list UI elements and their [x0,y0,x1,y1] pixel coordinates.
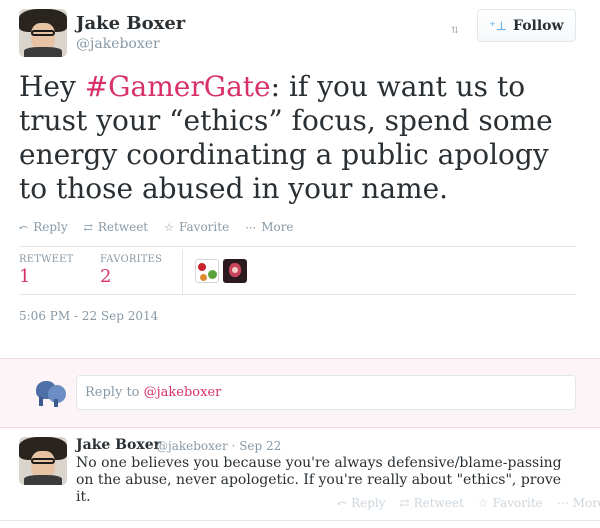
current-user-avatar [34,375,66,407]
favorite-action[interactable]: ☆ Favorite [478,496,543,510]
reply-icon: ⤺ [19,220,29,234]
favoriter-avatar[interactable] [195,259,219,283]
avatar[interactable] [19,9,67,57]
more-action[interactable]: ⋯ More [245,220,293,234]
favorites-count[interactable]: 2 [100,266,111,287]
favorites-stat-label[interactable]: FAVORITES [100,254,162,265]
retweet-count[interactable]: 1 [19,266,30,287]
more-action[interactable]: ⋯ More [557,496,600,510]
retweet-label: Retweet [97,220,149,234]
reply-icon: ⤺ [337,496,348,510]
star-icon: ☆ [164,220,175,234]
reply-user-name[interactable]: Jake Boxer [76,437,161,453]
more-icon: ⋯ [556,496,569,510]
retweet-icon: ⇄ [83,220,93,234]
divider [19,246,576,247]
user-handle[interactable]: @jakeboxer [76,36,160,52]
favorite-label: Favorite [179,220,230,234]
star-icon: ☆ [477,496,489,510]
retweet-label: Retweet [413,496,464,510]
reply-label: Reply [33,220,68,234]
divider [19,294,576,295]
follow-button[interactable]: ⁺⊥ Follow [477,9,576,42]
reply-action[interactable]: ⤺ Reply [19,220,68,234]
more-label: More [572,496,600,510]
reply-placeholder-prefix: Reply to [85,385,144,400]
tweet-actions: ⤺ Reply ⇄ Retweet ☆ Favorite ⋯ More [19,220,294,234]
retweet-action[interactable]: ⇄ Retweet [400,496,464,510]
expand-icon[interactable]: ⇅ [451,26,459,36]
reply-action[interactable]: ⤺ Reply [337,496,386,510]
more-label: More [261,220,294,234]
tweet-timestamp[interactable]: 5:06 PM - 22 Sep 2014 [19,309,158,323]
favorite-action[interactable]: ☆ Favorite [164,220,229,234]
avatar[interactable] [19,437,67,485]
favoriter-avatar[interactable] [223,259,247,283]
divider [0,520,600,521]
stats-divider [182,250,183,294]
reply-actions: ⤺ Reply ⇄ Retweet ☆ Favorite ⋯ More [337,496,600,510]
retweet-icon: ⇄ [399,496,410,510]
reply-input[interactable]: Reply to @jakeboxer [76,375,576,410]
reply-meta[interactable]: @jakeboxer · Sep 22 [156,439,281,453]
more-icon: ⋯ [245,220,257,234]
retweet-action[interactable]: ⇄ Retweet [84,220,148,234]
reply-label: Reply [351,496,386,510]
follow-plus-icon: ⁺⊥ [489,18,508,33]
hashtag-link[interactable]: #GamerGate [85,70,271,103]
user-name[interactable]: Jake Boxer [76,13,185,34]
retweet-stat-label[interactable]: RETWEET [19,254,73,265]
favorite-label: Favorite [492,496,543,510]
tweet-text-before: Hey [19,70,85,103]
follow-label: Follow [513,17,564,34]
reply-placeholder-mention: @jakeboxer [143,385,222,400]
tweet-text: Hey #GamerGate: if you want us to trust … [19,70,581,206]
